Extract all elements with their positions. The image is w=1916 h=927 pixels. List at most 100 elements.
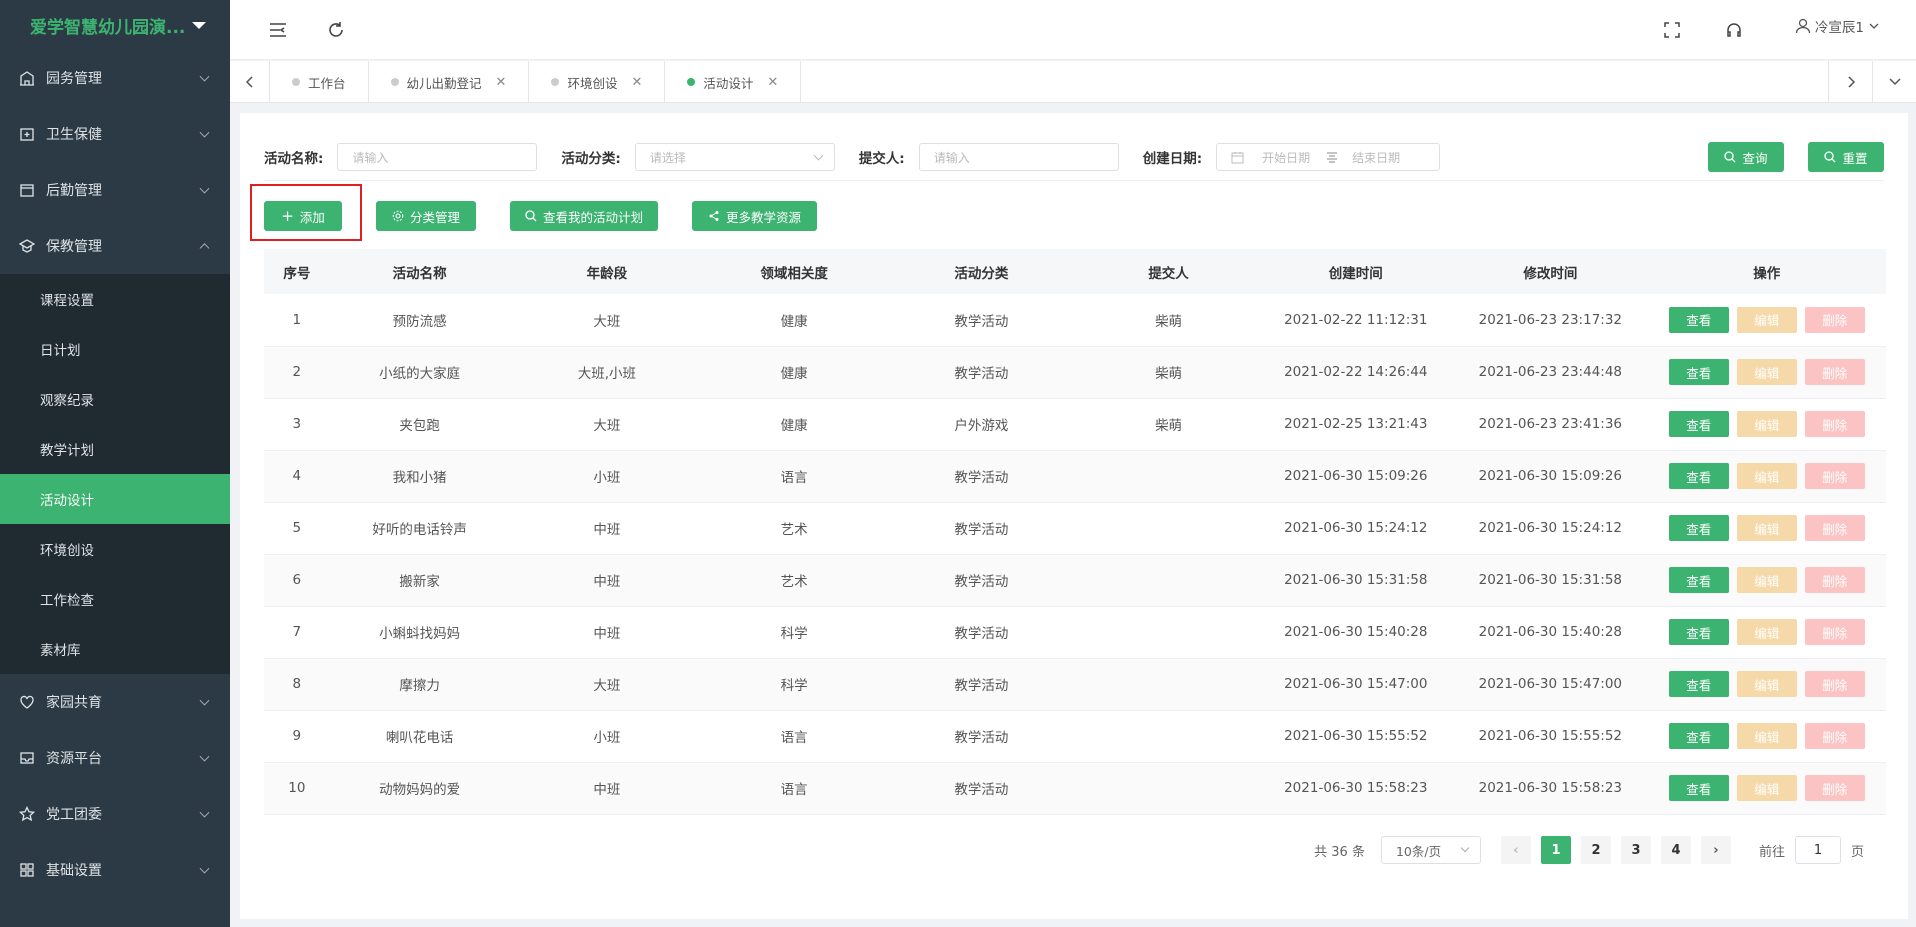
calendar-icon [1231, 151, 1244, 163]
sidebar-group[interactable]: 后勤管理 [0, 162, 230, 218]
view-button[interactable]: 查看 [1668, 359, 1729, 385]
page-tab[interactable]: 活动设计 ✕ [665, 61, 802, 103]
reset-button[interactable]: 重置 [1808, 142, 1884, 172]
row-actions: 查看 编辑 删除 [1648, 710, 1886, 762]
menu-collapse-icon[interactable] [268, 20, 288, 40]
sidebar-subitem[interactable]: 工作检查 [0, 574, 230, 624]
view-button[interactable]: 查看 [1668, 515, 1729, 541]
table-row: 1 预防流感 大班 健康 教学活动 柴萌 2021-02-22 11:12:31 2021-0… [264, 294, 1886, 346]
edit-button[interactable]: 编辑 [1736, 671, 1797, 697]
caret-down-icon[interactable] [192, 21, 206, 29]
page-tab[interactable]: 幼儿出勤登记 ✕ [369, 61, 530, 103]
chevron-down-icon [813, 150, 824, 161]
activity-category-select[interactable]: 请选择 [634, 143, 835, 171]
delete-button[interactable]: 删除 [1804, 515, 1865, 541]
table-cell: 喇叭花电话 [385, 730, 454, 746]
table-cell [1079, 450, 1259, 502]
submitter-input[interactable]: 请输入 [918, 143, 1119, 171]
edit-button[interactable]: 编辑 [1736, 411, 1797, 437]
my-activity-plans-button[interactable]: 查看我的活动计划 [510, 201, 658, 231]
delete-button[interactable]: 删除 [1804, 411, 1865, 437]
app-logo[interactable]: 爱学智慧幼儿园演... [0, 0, 230, 50]
delete-button[interactable]: 删除 [1804, 671, 1865, 697]
category-manage-button[interactable]: 分类管理 [376, 201, 476, 231]
close-icon[interactable]: ✕ [767, 75, 778, 90]
view-button[interactable]: 查看 [1668, 463, 1729, 489]
sidebar-subitem[interactable]: 教学计划 [0, 424, 230, 474]
view-button[interactable]: 查看 [1668, 619, 1729, 645]
view-button[interactable]: 查看 [1668, 567, 1729, 593]
delete-button[interactable]: 删除 [1804, 723, 1865, 749]
sidebar-group[interactable]: 园务管理 [0, 50, 230, 106]
tab-menu-dropdown[interactable] [1872, 61, 1916, 103]
sidebar-subitem[interactable]: 日计划 [0, 324, 230, 374]
page-size-select[interactable]: 10条/页 [1380, 836, 1481, 864]
chevron-down-icon [199, 71, 210, 82]
goto-page-input[interactable]: 1 [1794, 836, 1841, 864]
edit-button[interactable]: 编辑 [1736, 463, 1797, 489]
table-cell: 健康 [780, 366, 808, 382]
sidebar-group[interactable]: 卫生保健 [0, 106, 230, 162]
view-button[interactable]: 查看 [1668, 775, 1729, 801]
page-number-button[interactable]: 2 [1580, 836, 1611, 864]
page-number-button[interactable]: 3 [1620, 836, 1651, 864]
sidebar-subitem[interactable]: 观察纪录 [0, 374, 230, 424]
table-cell: 教学活动 [954, 366, 1009, 382]
chevron-down-icon [199, 863, 210, 874]
delete-button[interactable]: 删除 [1804, 619, 1865, 645]
tab-scroll-right[interactable] [1828, 61, 1872, 103]
user-menu[interactable]: 冷宣辰1 [1795, 16, 1880, 36]
table-cell: 大班 [593, 418, 621, 434]
view-button[interactable]: 查看 [1668, 671, 1729, 697]
main-panel: 活动名称: 请输入 活动分类: 请选择 提交人: 请输入 创建日期: 开始日期 … [240, 113, 1908, 919]
page-tab[interactable]: 环境创设 ✕ [529, 61, 666, 103]
sidebar-group[interactable]: 保教管理 [0, 218, 230, 274]
view-button[interactable]: 查看 [1668, 723, 1729, 749]
table-cell: 2021-06-23 23:41:36 [1478, 416, 1623, 432]
next-page-button[interactable]: › [1700, 836, 1731, 864]
sidebar-group[interactable]: 资源平台 [0, 730, 230, 786]
delete-button[interactable]: 删除 [1804, 567, 1865, 593]
page-number-button[interactable]: 4 [1660, 836, 1691, 864]
prev-page-button[interactable]: ‹ [1500, 836, 1531, 864]
user-name: 冷宣辰1 [1814, 20, 1864, 36]
building-icon [18, 69, 36, 87]
fullscreen-icon[interactable] [1662, 20, 1682, 40]
sidebar-group-label: 基础设置 [46, 863, 102, 879]
refresh-icon[interactable] [326, 20, 346, 40]
activity-name-input[interactable]: 请输入 [337, 143, 538, 171]
sidebar-subitem[interactable]: 素材库 [0, 624, 230, 674]
activity-category-label: 活动分类: [561, 151, 621, 167]
more-teaching-resources-button[interactable]: 更多教学资源 [692, 201, 817, 231]
sidebar-group[interactable]: 基础设置 [0, 842, 230, 898]
tab-label: 工作台 [308, 75, 346, 91]
page-tab[interactable]: 工作台 [270, 61, 369, 103]
edit-button[interactable]: 编辑 [1736, 723, 1797, 749]
view-button[interactable]: 查看 [1668, 306, 1729, 333]
sidebar-subitem[interactable]: 环境创设 [0, 524, 230, 574]
edit-button[interactable]: 编辑 [1736, 515, 1797, 541]
page-number-button[interactable]: 1 [1540, 836, 1571, 864]
edit-button[interactable]: 编辑 [1736, 306, 1797, 333]
box-icon [18, 181, 36, 199]
delete-button[interactable]: 删除 [1804, 359, 1865, 385]
query-button[interactable]: 查询 [1708, 142, 1784, 172]
edit-button[interactable]: 编辑 [1736, 359, 1797, 385]
sidebar-group[interactable]: 党工团委 [0, 786, 230, 842]
delete-button[interactable]: 删除 [1804, 463, 1865, 489]
close-icon[interactable]: ✕ [631, 75, 642, 90]
edit-button[interactable]: 编辑 [1736, 619, 1797, 645]
close-icon[interactable]: ✕ [496, 75, 507, 90]
sidebar-subitem[interactable]: 课程设置 [0, 274, 230, 324]
sidebar-subitem[interactable]: 活动设计 [0, 474, 230, 524]
edit-button[interactable]: 编辑 [1736, 567, 1797, 593]
delete-button[interactable]: 删除 [1804, 775, 1865, 801]
view-button[interactable]: 查看 [1668, 411, 1729, 437]
edit-button[interactable]: 编辑 [1736, 775, 1797, 801]
date-range-picker[interactable]: 开始日期 结束日期 [1216, 143, 1441, 171]
headset-icon[interactable] [1724, 20, 1744, 40]
tab-scroll-left[interactable] [230, 61, 270, 103]
sidebar-group[interactable]: 家园共育 [0, 674, 230, 730]
tab-label: 环境创设 [567, 75, 618, 91]
delete-button[interactable]: 删除 [1804, 306, 1865, 333]
